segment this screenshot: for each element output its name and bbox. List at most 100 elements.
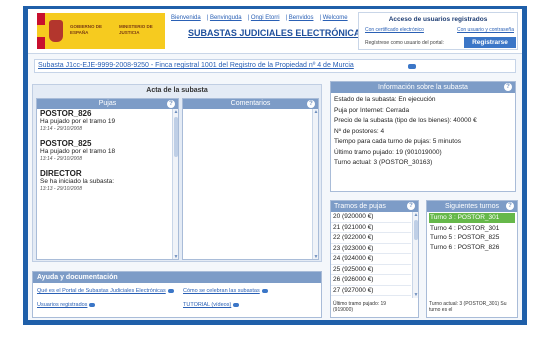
auction-info-panel: Información sobre la subasta ? Estado de…: [330, 81, 516, 192]
go-arrow-icon[interactable]: [89, 302, 96, 307]
registered-users-box: Acceso de usuarios registrados Con certi…: [358, 12, 518, 50]
bidder-count: Nº de postores: 4: [334, 127, 385, 135]
logo-ministry-text: MINISTERIO DE JUSTICIA: [119, 24, 153, 35]
bid-tranches-panel: Tramos de pujas ? 20 (920000 €) 21 (9210…: [330, 200, 419, 318]
scroll-thumb[interactable]: [174, 117, 178, 157]
tranches-header: Tramos de pujas ?: [331, 201, 418, 212]
scroll-down-icon[interactable]: ▼: [413, 292, 418, 298]
next-turns-title: Siguientes turnos: [444, 203, 500, 210]
internet-bidding: Puja por Internet: Cerrada: [334, 106, 410, 114]
current-turn-note: Turno actual: 3 (POSTOR_301) Su turno es…: [429, 301, 507, 313]
register-prompt-text: Regístrese como usuario del portal:: [365, 40, 444, 46]
help-link-how[interactable]: Cómo se celebran las subastas: [183, 288, 268, 294]
auction-info-header: Información sobre la subasta ?: [331, 82, 515, 93]
register-button[interactable]: Registrarse: [464, 37, 516, 48]
turn-row-active: Turno 3 : POSTOR_301: [429, 213, 515, 223]
coat-of-arms-icon: [49, 20, 63, 42]
turn-row: Turno 4 : POSTOR_301: [430, 224, 500, 232]
turn-time: Tiempo para cada turno de pujas: 5 minut…: [334, 138, 461, 145]
go-arrow-icon[interactable]: [167, 288, 174, 293]
help-icon[interactable]: ?: [504, 83, 512, 91]
help-link-tutorial-label[interactable]: TUTORIAL (vídeos): [183, 302, 231, 308]
tranche-row[interactable]: 27 (927000 €): [331, 286, 411, 296]
password-login-link[interactable]: Con usuario y contraseña: [457, 27, 514, 33]
help-icon[interactable]: ?: [307, 100, 315, 108]
help-icon[interactable]: ?: [167, 100, 175, 108]
scroll-thumb[interactable]: [414, 220, 418, 240]
go-arrow-icon[interactable]: [233, 302, 240, 307]
breadcrumb: Subasta J1cc-EJE-9999-2008-9250 - Finca …: [34, 59, 516, 73]
portal-page: GOBIERNO DE ESPAÑA MINISTERIO DE JUSTICI…: [28, 9, 522, 320]
tranches-scrollbar[interactable]: ▲ ▼: [412, 212, 418, 298]
auction-price: Precio de la subasta (tipo de los bienes…: [334, 117, 477, 124]
logo-government-text: GOBIERNO DE ESPAÑA: [70, 24, 103, 35]
bid-entry: POSTOR_826 Ha pujado por el tramo 19 13:…: [37, 109, 178, 139]
site-header: GOBIERNO DE ESPAÑA MINISTERIO DE JUSTICI…: [28, 9, 522, 53]
bid-bidder: POSTOR_825: [40, 139, 92, 148]
scroll-down-icon[interactable]: ▼: [173, 254, 178, 259]
auction-record-title: Acta de la subasta: [146, 87, 208, 94]
lang-link-eu[interactable]: Ongi Etorri: [251, 15, 280, 21]
bid-bidder: DIRECTOR: [40, 169, 82, 178]
tranche-row[interactable]: 21 (921000 €): [331, 223, 411, 233]
help-icon[interactable]: ?: [506, 202, 514, 210]
turn-row: Turno 5 : POSTOR_825: [430, 234, 500, 241]
scroll-up-icon[interactable]: ▲: [413, 212, 418, 218]
help-link-users-label[interactable]: Usuarios registrados: [37, 302, 87, 308]
help-icon[interactable]: ?: [407, 202, 415, 210]
comments-header: Comentarios ?: [183, 99, 318, 109]
bids-scrollbar[interactable]: ▲ ▼: [172, 109, 178, 259]
last-tranche: Último tramo pujado: 19 (901019000): [334, 148, 442, 156]
bid-text: Se ha iniciado la subasta:: [40, 178, 115, 185]
tranche-row[interactable]: 23 (923000 €): [331, 244, 411, 254]
bid-timestamp: 13:14 - 29/10/2008: [40, 156, 82, 162]
next-turns-panel: Siguientes turnos ? Turno 3 : POSTOR_301…: [426, 200, 518, 318]
comments-header-label: Comentarios: [230, 100, 271, 107]
registered-users-title: Acceso de usuarios registrados: [388, 16, 488, 23]
bids-header: Pujas ?: [37, 99, 178, 109]
bid-entry: POSTOR_825 Ha pujado por el tramo 18 13:…: [37, 139, 178, 169]
tranche-row[interactable]: 25 (925000 €): [331, 265, 411, 275]
spain-flag-icon: [37, 13, 45, 49]
auction-record-panel: Acta de la subasta Pujas ? POSTOR_826 Ha…: [32, 84, 322, 262]
bids-panel: Pujas ? POSTOR_826 Ha pujado por el tram…: [36, 98, 179, 260]
scroll-up-icon[interactable]: ▲: [173, 109, 178, 115]
help-link-tutorial[interactable]: TUTORIAL (vídeos): [183, 302, 240, 308]
lang-link-en[interactable]: Welcome: [323, 15, 348, 21]
tranche-row[interactable]: 24 (924000 €): [331, 254, 411, 265]
lang-link-gl[interactable]: Benvidos: [289, 15, 314, 21]
help-link-portal-label[interactable]: Qué es el Portal de Subastas Judiciales …: [37, 288, 166, 294]
auction-info-title: Información sobre la subasta: [378, 84, 468, 91]
bid-text: Ha pujado por el tramo 18: [40, 148, 116, 155]
help-link-portal[interactable]: Qué es el Portal de Subastas Judiciales …: [37, 288, 174, 294]
help-link-users[interactable]: Usuarios registrados: [37, 302, 96, 308]
go-arrow-icon[interactable]: [408, 64, 416, 69]
current-turn: Turno actual: 3 (POSTOR_30163): [334, 159, 433, 166]
go-arrow-icon[interactable]: [261, 288, 268, 293]
certificate-login-link[interactable]: Con certificado electrónico: [365, 27, 424, 33]
bid-timestamp: 13:14 - 29/10/2008: [40, 126, 82, 132]
scroll-up-icon[interactable]: ▲: [313, 109, 318, 115]
auction-breadcrumb-link[interactable]: Subasta J1cc-EJE-9999-2008-9250 - Finca …: [38, 62, 354, 69]
auction-status: Estado de la subasta: En ejecución: [334, 96, 436, 103]
lang-link-es[interactable]: Bienvenida: [171, 15, 201, 21]
comments-panel: Comentarios ? ▲ ▼: [182, 98, 319, 260]
next-turns-header: Siguientes turnos ?: [427, 201, 517, 212]
turn-row: Turno 6 : POSTOR_826: [430, 243, 500, 251]
scroll-down-icon[interactable]: ▼: [313, 254, 318, 259]
lang-link-ca[interactable]: Benvinguda: [210, 15, 242, 21]
ministry-logo[interactable]: GOBIERNO DE ESPAÑA MINISTERIO DE JUSTICI…: [37, 13, 165, 49]
tranche-row[interactable]: 26 (926000 €): [331, 275, 411, 286]
bid-text: Ha pujado por el tramo 19: [40, 118, 116, 125]
tranche-row[interactable]: 20 (920000 €): [331, 212, 411, 223]
tranche-row[interactable]: 22 (922000 €): [331, 233, 411, 244]
language-nav: Bienvenida | Benvinguda | Ongi Etorri | Ben…: [171, 15, 348, 21]
bid-entry: DIRECTOR Se ha iniciado la subasta: 13:1…: [37, 169, 178, 199]
bids-header-label: Pujas: [98, 100, 117, 107]
comments-scrollbar[interactable]: ▲ ▼: [312, 109, 318, 259]
tranches-title: Tramos de pujas: [334, 203, 386, 210]
header-divider: [28, 53, 522, 54]
site-title-link[interactable]: SUBASTAS JUDICIALES ELECTRÓNICAS: [188, 28, 366, 38]
bid-timestamp: 13:13 - 29/10/2008: [40, 186, 82, 192]
help-link-how-label[interactable]: Cómo se celebran las subastas: [183, 288, 260, 294]
